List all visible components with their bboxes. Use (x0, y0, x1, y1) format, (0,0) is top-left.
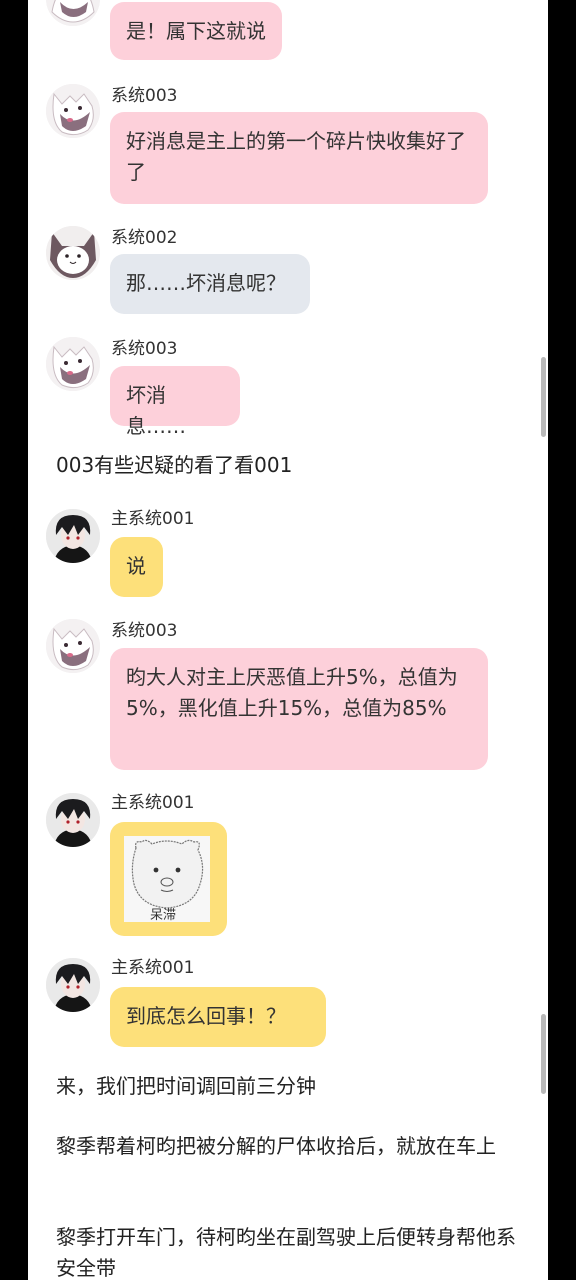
wolf-avatar[interactable] (46, 337, 100, 391)
sender-name: 主系统001 (111, 958, 195, 978)
boy-avatar[interactable] (46, 958, 100, 1012)
wolf-icon (46, 619, 100, 673)
wolf-icon (46, 0, 100, 26)
wolf-icon (46, 337, 100, 391)
message-text: 坏消息…… (126, 383, 186, 438)
chat-story-page[interactable]: 是！属下这就说 系统003 好消息是主上的第一个碎片快收集好了了 系统002 那… (28, 0, 548, 1280)
dog-avatar[interactable] (46, 226, 100, 280)
message-text: 说 (126, 554, 146, 578)
sender-name: 系统003 (111, 339, 178, 359)
wolf-avatar[interactable] (46, 0, 100, 26)
sticker-caption: 呆滞 (150, 908, 177, 923)
dog-icon (46, 226, 100, 280)
message-bubble[interactable]: 到底怎么回事！？ (110, 987, 326, 1047)
narration-text: 来，我们把时间调回前三分钟 (56, 1074, 316, 1098)
narration-text: 黎季帮着柯昀把被分解的尸体收拾后，就放在车上 (56, 1134, 496, 1158)
message-text: 到底怎么回事！？ (126, 1004, 286, 1028)
narration-text: 黎季打开车门，待柯昀坐在副驾驶上后便转身帮他系安全带 (56, 1225, 516, 1280)
wolf-avatar[interactable] (46, 84, 100, 138)
message-text: 那……坏消息呢？ (126, 271, 286, 295)
boy-avatar[interactable] (46, 793, 100, 847)
dark-hair-boy-icon (46, 793, 100, 847)
message-bubble[interactable]: 呆滞 (110, 822, 227, 936)
sender-name: 主系统001 (111, 509, 195, 529)
sender-name: 系统002 (111, 228, 178, 248)
message-bubble[interactable]: 是！属下这就说 (110, 2, 282, 60)
message-text: 好消息是主上的第一个碎片快收集好了了 (126, 129, 466, 184)
dark-hair-boy-icon (46, 509, 100, 563)
wolf-icon (46, 84, 100, 138)
message-bubble[interactable]: 那……坏消息呢？ (110, 254, 310, 314)
sender-name: 系统003 (111, 86, 178, 106)
message-text: 昀大人对主上厌恶值上升5%，总值为5%，黑化值上升15%，总值为85% (126, 665, 458, 720)
scrollbar-thumb[interactable] (541, 357, 546, 437)
sticker-image[interactable]: 呆滞 (124, 836, 210, 923)
message-bubble[interactable]: 昀大人对主上厌恶值上升5%，总值为5%，黑化值上升15%，总值为85% (110, 648, 488, 770)
message-text: 是！属下这就说 (126, 19, 266, 43)
message-bubble[interactable]: 坏消息…… (110, 366, 240, 438)
boy-avatar[interactable] (46, 509, 100, 563)
sender-name: 主系统001 (111, 793, 195, 813)
scrollbar-thumb-lower[interactable] (541, 1014, 546, 1094)
sender-name: 系统003 (111, 621, 178, 641)
message-bubble[interactable]: 好消息是主上的第一个碎片快收集好了了 (110, 112, 488, 204)
narration-text: 003有些迟疑的看了看001 (56, 453, 293, 477)
message-bubble[interactable]: 说 (110, 537, 163, 597)
wolf-avatar[interactable] (46, 619, 100, 673)
dark-hair-boy-icon (46, 958, 100, 1012)
